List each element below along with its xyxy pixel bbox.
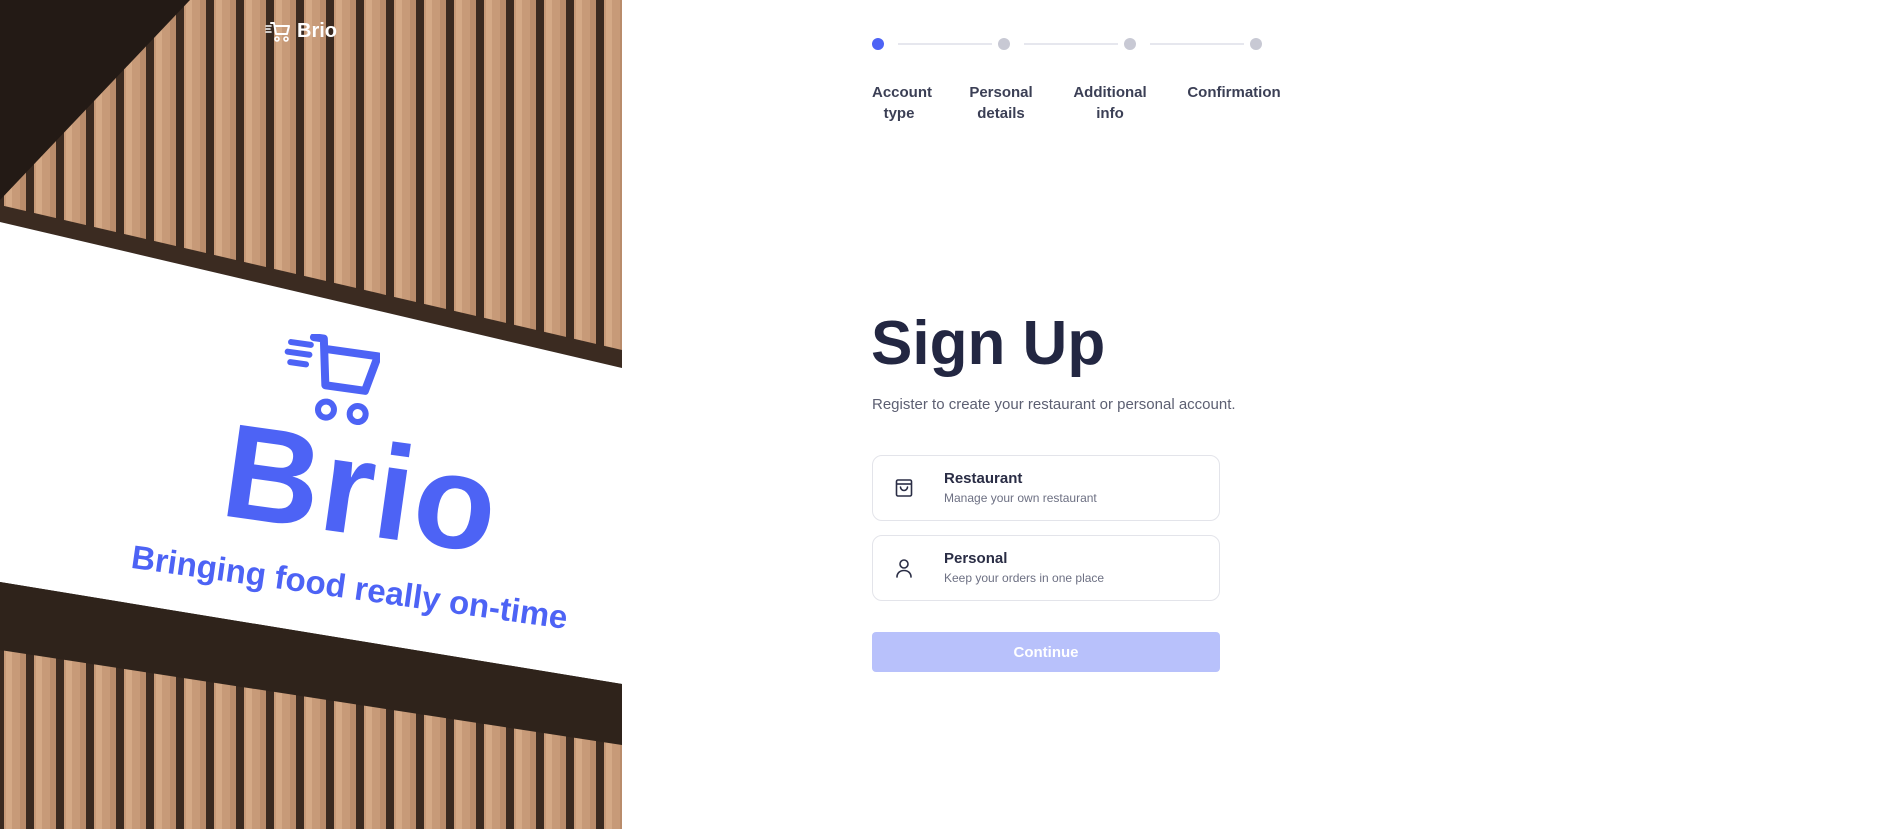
step-dot-confirmation[interactable] (1250, 38, 1262, 50)
option-description: Keep your orders in one place (944, 571, 1105, 585)
hero-panel: Brio Brio Bringing food really on-time (0, 0, 622, 829)
page-subtitle: Register to create your restaurant or pe… (872, 396, 1236, 413)
account-type-option-restaurant[interactable]: Restaurant Manage your own restaurant (872, 455, 1220, 521)
step-label-personal-details: Personal details (969, 84, 1033, 122)
step-connector (898, 43, 992, 45)
account-type-option-personal[interactable]: Personal Keep your orders in one place (872, 535, 1220, 601)
brand-logo[interactable]: Brio (265, 20, 337, 43)
signup-stepper: Account type Personal details Additional… (872, 36, 1281, 126)
user-icon (896, 559, 912, 578)
step-label-account-type: Account type (872, 84, 932, 122)
step-dot-personal-details[interactable] (998, 38, 1010, 50)
step-connector (1150, 43, 1244, 45)
step-label-additional-info: Additional info (1073, 84, 1147, 122)
cart-icon (265, 21, 290, 42)
page-title: Sign Up (871, 309, 1106, 378)
brand-name: Brio (297, 20, 337, 42)
hero-background-image (0, 0, 622, 829)
shopping-bag-icon (895, 479, 913, 497)
option-name: Personal (944, 550, 1008, 567)
option-description: Manage your own restaurant (944, 491, 1097, 505)
option-name: Restaurant (944, 470, 1023, 487)
step-dot-additional-info[interactable] (1124, 38, 1136, 50)
step-connector (1024, 43, 1118, 45)
continue-button[interactable]: Continue (872, 632, 1220, 672)
step-dot-account-type[interactable] (872, 38, 884, 50)
step-label-confirmation: Confirmation (1187, 84, 1281, 101)
